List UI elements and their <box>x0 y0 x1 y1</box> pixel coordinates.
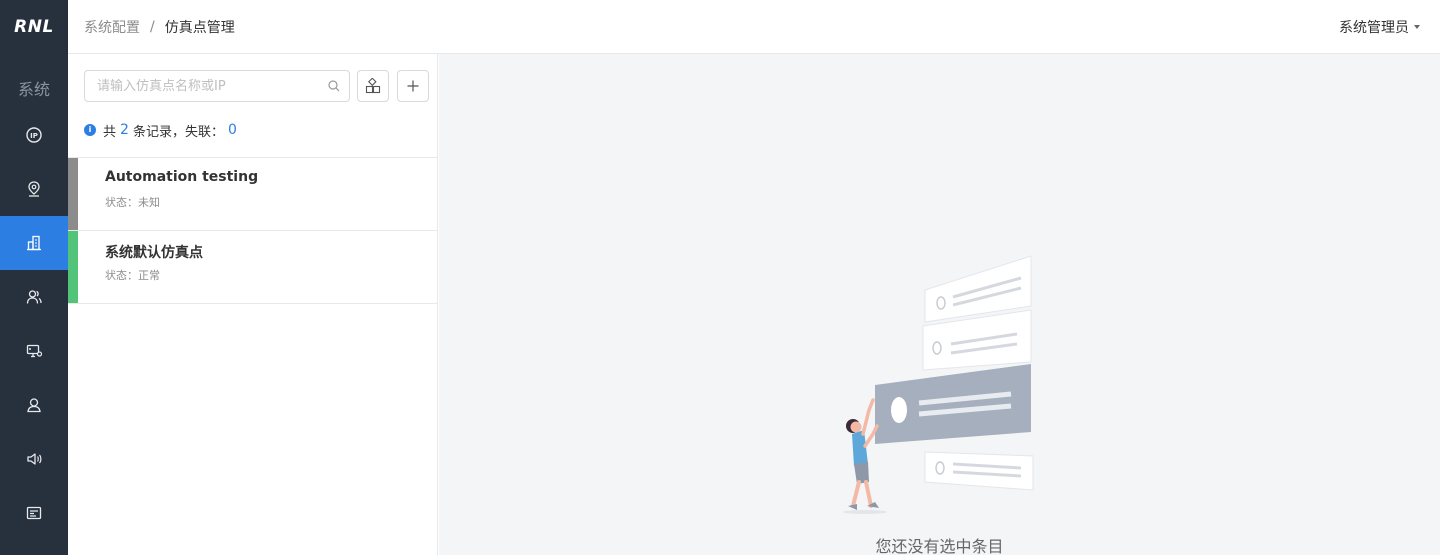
empty-state-message: 您还没有选中条目 <box>875 537 1004 555</box>
add-button[interactable] <box>397 70 429 102</box>
search-box <box>84 70 350 102</box>
stats-lost: 0 <box>227 122 237 138</box>
sidebar-item-documents[interactable] <box>0 486 68 540</box>
item-name: 系统默认仿真点 <box>105 245 203 261</box>
stats-middle: 条记录，失联： <box>132 124 224 140</box>
svg-text:IP: IP <box>30 132 38 140</box>
app-logo: RNL <box>14 17 54 37</box>
plus-icon <box>407 80 419 92</box>
user-menu[interactable]: 系统管理员 <box>1339 0 1420 54</box>
caret-down-icon <box>1414 25 1420 29</box>
users-icon <box>26 290 42 304</box>
search-icon[interactable] <box>327 79 341 93</box>
breadcrumb-parent[interactable]: 系统配置 <box>84 17 140 37</box>
section-label: 系统 <box>17 80 50 99</box>
layout-toggle-button[interactable] <box>357 70 389 102</box>
info-icon: i <box>84 124 96 136</box>
sidebar-item-network[interactable] <box>0 324 68 378</box>
status-indicator-bar <box>68 158 78 230</box>
ip-icon: IP <box>26 127 42 143</box>
list-panel: i 共 2 条记录，失联： 0 Automation testing 状态：未知… <box>68 54 438 555</box>
record-stats: i 共 2 条记录，失联： 0 <box>84 120 241 140</box>
stats-total: 2 <box>120 122 129 138</box>
sidebar-item-broadcast[interactable] <box>0 432 68 486</box>
empty-state-illustration <box>843 255 1034 514</box>
status-indicator-bar <box>68 231 78 303</box>
user-name: 系统管理员 <box>1339 20 1409 36</box>
network-icon <box>26 344 43 358</box>
item-status: 状态：未知 <box>105 196 160 209</box>
speaker-icon <box>27 453 42 465</box>
sidebar-item-user[interactable] <box>0 378 68 432</box>
building-icon <box>27 235 41 251</box>
user-icon <box>27 398 41 413</box>
search-input[interactable] <box>85 71 315 101</box>
simulation-point-list: Automation testing 状态：未知 系统默认仿真点 状态：正常 <box>68 157 437 304</box>
sidebar-item-ip[interactable]: IP <box>0 108 68 162</box>
breadcrumb-separator: / <box>150 18 155 35</box>
list-item[interactable]: Automation testing 状态：未知 <box>68 158 437 231</box>
sidebar-item-users[interactable] <box>0 270 68 324</box>
stats-prefix: 共 <box>103 124 117 140</box>
detail-panel: 您还没有选中条目 <box>439 54 1440 555</box>
sidebar-item-simulation-points[interactable] <box>0 216 68 270</box>
sidebar: RNL 系统 IP <box>0 0 68 555</box>
list-item[interactable]: 系统默认仿真点 状态：正常 <box>68 231 437 304</box>
top-bar: 系统配置 / 仿真点管理 系统管理员 <box>68 0 1440 54</box>
location-pin-icon <box>28 181 40 197</box>
breadcrumb: 系统配置 / 仿真点管理 <box>84 17 235 37</box>
item-status: 状态：正常 <box>105 269 160 282</box>
document-icon <box>26 506 42 520</box>
sidebar-item-location[interactable] <box>0 162 68 216</box>
item-name: Automation testing <box>105 169 259 185</box>
breadcrumb-current: 仿真点管理 <box>164 19 235 36</box>
grid-layout-icon <box>365 78 381 94</box>
